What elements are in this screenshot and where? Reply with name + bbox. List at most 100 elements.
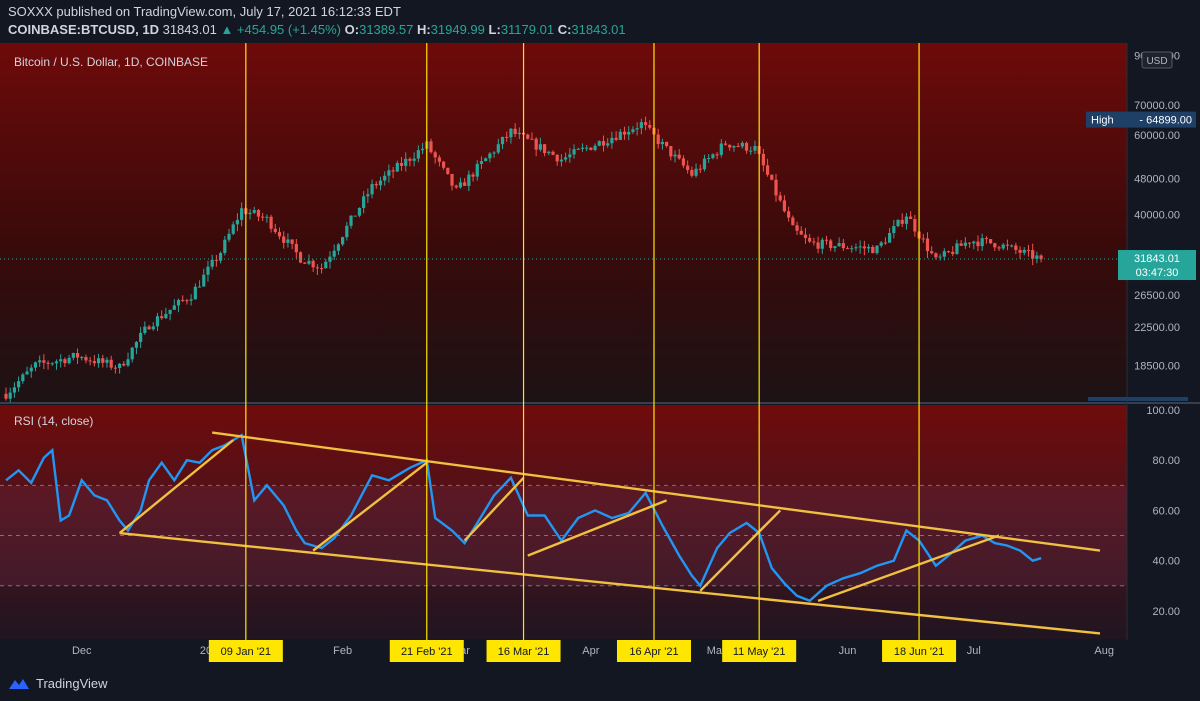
candle-body [248, 212, 252, 215]
candle-body [555, 154, 559, 162]
candle-body [134, 341, 139, 348]
candle-body [736, 146, 740, 148]
candle-body [484, 158, 488, 162]
candle-body [294, 243, 298, 253]
x-tick-label: Aug [1094, 645, 1114, 657]
candle-body [875, 245, 879, 254]
candle-body [345, 225, 349, 238]
candle-body [627, 131, 631, 135]
candle-body [197, 286, 202, 288]
candle-body [101, 358, 105, 363]
candle-body [984, 238, 988, 240]
candle-body [656, 134, 660, 145]
candle-body [631, 129, 635, 132]
candle-body [223, 239, 227, 254]
candle-body [391, 170, 395, 172]
candle-body [475, 163, 479, 177]
candle-body [833, 246, 837, 249]
candle-body [795, 225, 799, 231]
candle-body [450, 173, 454, 186]
candle-body [155, 316, 160, 327]
candle-body [252, 210, 256, 213]
candle-body [366, 194, 370, 197]
tradingview-icon [9, 678, 29, 689]
candle-body [395, 162, 399, 172]
candle-body [261, 216, 265, 218]
candle-body [433, 152, 437, 158]
candle-body [357, 207, 362, 216]
candle-body [126, 359, 130, 366]
candle-body [1001, 244, 1005, 249]
candle-body [900, 219, 904, 224]
candle-body [972, 241, 976, 244]
candle-body [214, 259, 218, 261]
candle-body [816, 242, 820, 249]
candle-body [92, 361, 96, 364]
candle-body [387, 170, 391, 176]
candle-body [282, 236, 286, 243]
footer: TradingView [0, 672, 1200, 701]
candle-body [269, 216, 273, 229]
candle-body [728, 144, 732, 148]
currency-label: USD [1146, 56, 1167, 67]
tradingview-logo[interactable]: TradingView [8, 676, 108, 691]
candle-body [38, 360, 42, 363]
chart-area[interactable]: 90000.0070000.0060000.0048000.0040000.00… [0, 0, 1200, 672]
candle-body [866, 246, 871, 249]
candle-body [88, 360, 92, 362]
price-tick-label: 40000.00 [1134, 209, 1180, 221]
price-tick-label: 18500.00 [1134, 360, 1180, 372]
candle-body [59, 359, 63, 362]
candle-body [883, 242, 888, 244]
candle-body [980, 238, 984, 247]
candle-body [837, 243, 841, 247]
candle-body [719, 143, 723, 155]
candle-body [160, 316, 164, 319]
candle-body [681, 158, 686, 166]
candle-body [8, 392, 12, 399]
rsi-tick-label: 80.00 [1152, 455, 1180, 467]
date-marker-label: 21 Feb '21 [401, 646, 453, 658]
candle-body [955, 243, 959, 254]
candle-body [938, 256, 942, 258]
candle-body [42, 360, 46, 363]
candle-body [677, 154, 681, 159]
candle-body [702, 158, 707, 170]
candle-body [761, 153, 765, 166]
price-chart-title: Bitcoin / U.S. Dollar, 1D, COINBASE [14, 55, 208, 69]
candle-body [12, 387, 17, 393]
candle-body [845, 248, 850, 250]
candle-body [589, 147, 593, 150]
candle-body [420, 148, 425, 151]
candle-body [311, 260, 315, 268]
candle-body [942, 251, 946, 257]
candle-body [909, 216, 913, 220]
candle-body [892, 226, 896, 233]
candle-body [1022, 249, 1026, 253]
candle-body [976, 241, 980, 247]
candle-body [84, 357, 88, 361]
candle-body [467, 174, 471, 186]
candle-body [1026, 249, 1031, 251]
candle-body [412, 158, 416, 161]
candle-body [17, 381, 21, 388]
candle-body [618, 131, 622, 140]
candle-body [930, 251, 934, 254]
candle-body [904, 216, 909, 224]
x-tick-label: Jul [967, 645, 981, 657]
candle-body [290, 239, 294, 244]
candle-body [75, 352, 80, 358]
candle-body [505, 136, 509, 138]
candle-body [871, 246, 875, 254]
candle-body [118, 363, 122, 369]
candle-body [808, 237, 812, 242]
candle-body [572, 149, 576, 155]
candle-body [526, 134, 530, 139]
candle-body [383, 175, 387, 181]
candle-body [378, 180, 383, 186]
candle-body [349, 215, 353, 226]
candle-body [707, 157, 711, 159]
price-tick-label: 22500.00 [1134, 322, 1180, 334]
candle-body [408, 158, 412, 161]
candle-body [585, 147, 589, 149]
